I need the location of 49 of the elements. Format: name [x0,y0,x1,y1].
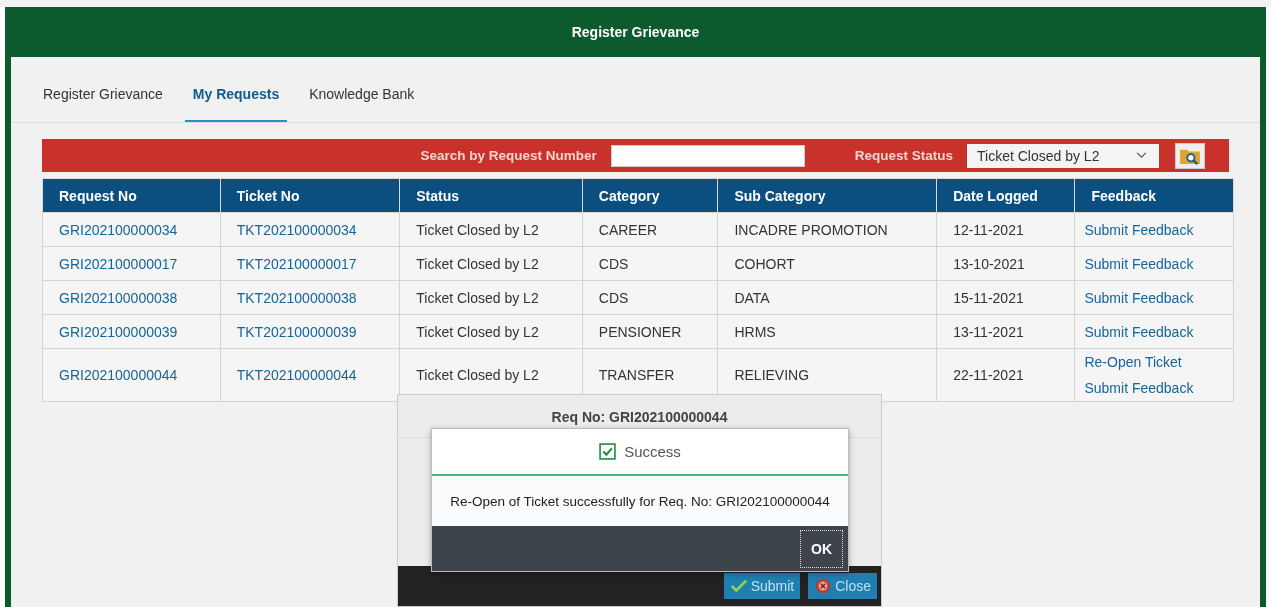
table-cell: 22-11-2021 [953,367,1024,383]
close-icon [814,578,833,594]
table-cell: INCADRE PROMOTION [734,221,888,238]
caret-icon [1136,152,1147,159]
table-cell: 13-10-2021 [953,255,1025,272]
table-cell: CDS [598,289,629,306]
feedback-link[interactable]: Submit Feedback [1084,375,1217,401]
table-cell: RELIEVING [734,367,810,383]
table-cell: Ticket Closed by L2 [416,255,539,272]
table-cell: DATA [734,289,770,306]
tab[interactable]: My Requests [184,78,288,122]
tab[interactable]: Knowledge Bank [301,78,423,122]
table-cell: TRANSFER [598,367,675,383]
submit-button[interactable]: Submit [723,573,801,599]
window-title: Register Grievance [571,24,700,40]
tab[interactable]: Register Grievance [35,78,171,122]
ok-button[interactable]: OK [800,529,843,568]
column-header: Date Logged [936,178,1075,213]
checkmark-icon [729,578,748,594]
table-cell: COHORT [734,255,795,272]
search-field[interactable] [610,144,805,167]
column-header: Sub Category [717,178,937,213]
table-cell: 15-11-2021 [953,289,1024,306]
close-button[interactable]: Close [808,573,877,599]
table-link[interactable]: GRI202100000044 [59,367,178,383]
dialog-title: Success [624,443,681,460]
dialog-message: Re-Open of Ticket successfully for Req. No: GRI202100000044 [432,476,848,526]
column-header: Status [399,178,583,213]
table-link[interactable]: TKT202100000044 [236,367,357,383]
table-cell: HRMS [734,323,776,340]
table-cell: 12-11-2021 [953,221,1024,238]
feedback-link[interactable]: Re-Open Ticket [1084,349,1217,375]
status-dropdown[interactable]: Ticket Closed by L2 [967,143,1159,168]
table-cell: PENSIONER [598,323,682,340]
column-header: Feedback [1074,178,1234,213]
table-cell: Ticket Closed by L2 [416,323,539,340]
checkbox-icon [599,443,617,460]
table-cell: CAREER [598,221,658,238]
column-header: Request No [42,178,221,213]
table-cell: 13-11-2021 [953,323,1024,340]
search-button[interactable] [1175,142,1205,169]
table-cell: Ticket Closed by L2 [416,367,539,383]
table-cell: Ticket Closed by L2 [416,221,539,238]
table-cell: CDS [598,255,629,272]
search-label: Search by Request Number [420,148,597,163]
column-header: Ticket No [220,178,400,213]
column-header: Category [582,178,718,213]
status-label: Request Status [854,148,953,163]
table-cell: Ticket Closed by L2 [416,289,539,306]
